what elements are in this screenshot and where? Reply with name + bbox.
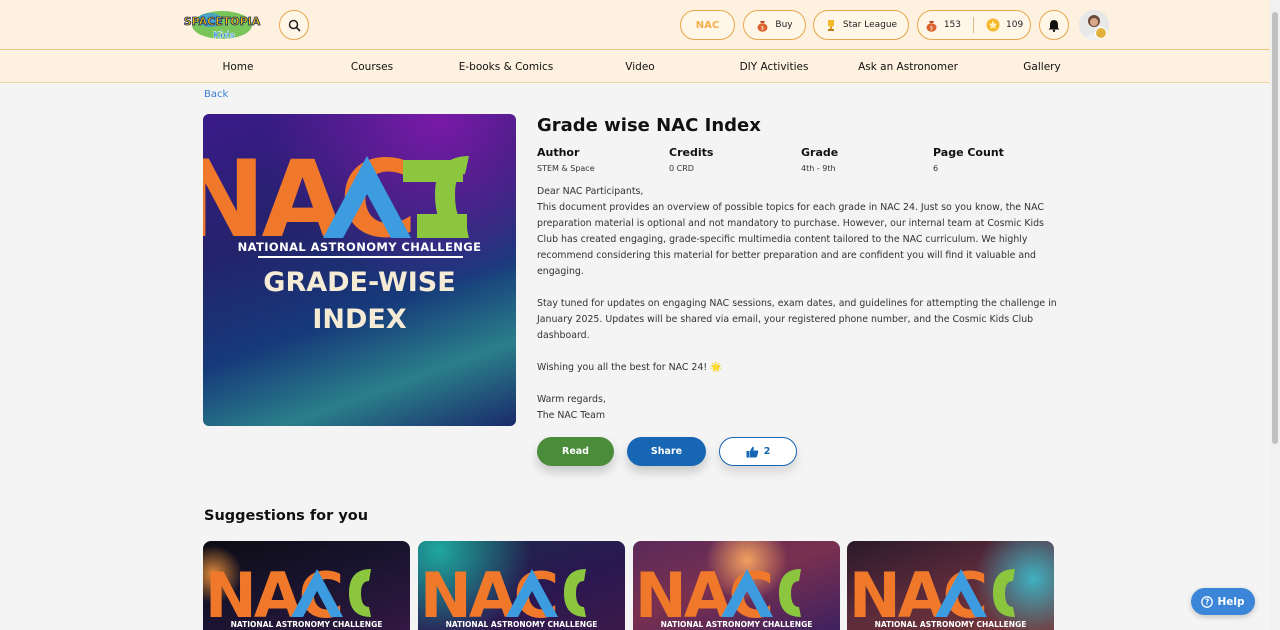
meta-grade-value: 4th - 9th — [801, 164, 836, 173]
stars-count: 109 — [1006, 20, 1024, 30]
suggestion-card[interactable]: NAC NATIONAL ASTRONOMY CHALLENGE — [633, 541, 840, 630]
spacetopia-logo[interactable]: SPACETOPIA Kids — [180, 8, 264, 42]
avatar-badge — [1095, 27, 1107, 39]
star-league-button[interactable]: Star League — [813, 10, 909, 40]
divider — [973, 17, 974, 33]
nav-home[interactable]: Home — [222, 51, 253, 83]
share-label: Share — [650, 446, 683, 457]
notifications-button[interactable] — [1039, 10, 1069, 40]
card-nac-logo: NAC — [635, 559, 801, 621]
meta-page-count-value: 6 — [933, 164, 939, 173]
nav-courses[interactable]: Courses — [351, 51, 393, 83]
card-nac-logo: NAC — [205, 559, 371, 621]
suggestions-heading: Suggestions for you — [204, 508, 369, 524]
card-nac-logo: NAC — [849, 559, 1015, 621]
nac-button[interactable]: NAC — [680, 10, 735, 40]
description-wishes: Wishing you all the best for NAC 24! 🌟 — [537, 362, 722, 373]
svg-text:$: $ — [930, 25, 933, 31]
meta-credits: Credits 0 CRD — [669, 146, 713, 173]
svg-text:?: ? — [1205, 597, 1209, 606]
meta-credits-label: Credits — [669, 146, 714, 159]
coins-count: 153 — [943, 20, 961, 30]
money-bag-icon: $ — [926, 20, 937, 32]
nav-diy-activities[interactable]: DIY Activities — [740, 51, 809, 83]
cover-title: GRADE-WISE INDEX — [203, 264, 516, 338]
read-label: Read — [562, 446, 589, 457]
document-title: Grade wise NAC Index — [537, 115, 761, 136]
back-link[interactable]: Back — [204, 89, 228, 100]
ebook-cover: NAC NATIONAL ASTRONOMY CHALLENGE GRADE-W… — [203, 114, 516, 426]
nac-label: NAC — [695, 19, 720, 31]
meta-grade: Grade 4th - 9th — [801, 146, 838, 173]
nav-gallery[interactable]: Gallery — [1023, 51, 1060, 83]
buy-label: Buy — [775, 20, 793, 30]
suggestion-card[interactable]: NAC NATIONAL ASTRONOMY CHALLENGE — [847, 541, 1054, 630]
buy-button[interactable]: $ Buy — [743, 10, 806, 40]
like-count: 2 — [763, 446, 771, 457]
cover-title-line-2: INDEX — [312, 304, 407, 335]
meta-page-count: Page Count 6 — [933, 146, 1004, 173]
nav-ebooks-comics[interactable]: E-books & Comics — [459, 51, 554, 83]
card-subtitle: NATIONAL ASTRONOMY CHALLENGE — [660, 620, 813, 629]
money-bag-icon: $ — [757, 20, 768, 32]
top-header: SPACETOPIA Kids NAC $ Buy Star League $ … — [0, 0, 1270, 50]
help-icon: ? — [1201, 595, 1214, 608]
help-label: Help — [1217, 595, 1245, 608]
help-button[interactable]: ? Help — [1191, 588, 1255, 615]
nac-logo: NAC — [203, 138, 469, 254]
description-signoff-2: The NAC Team — [537, 410, 605, 421]
card-subtitle: NATIONAL ASTRONOMY CHALLENGE — [874, 620, 1027, 629]
meta-author: Author STEM & Space — [537, 146, 595, 173]
cover-title-line-1: GRADE-WISE — [263, 267, 456, 298]
scrollbar-thumb[interactable] — [1272, 12, 1278, 444]
star-coin-icon — [986, 18, 1000, 32]
description-paragraph-1: This document provides an overview of po… — [537, 202, 1044, 277]
star-league-label: Star League — [842, 20, 898, 30]
document-description: Dear NAC Participants, This document pro… — [537, 184, 1057, 424]
bell-icon — [1048, 19, 1060, 32]
logo-text-bottom: Kids — [213, 31, 235, 41]
like-button[interactable]: 2 — [719, 437, 797, 466]
trophy-icon — [827, 19, 834, 31]
card-subtitle: NATIONAL ASTRONOMY CHALLENGE — [445, 620, 598, 629]
main-nav: Home Courses E-books & Comics Video DIY … — [0, 51, 1270, 83]
suggestion-card[interactable]: NAC NATIONAL ASTRONOMY CHALLENGE — [203, 541, 410, 630]
thumbs-up-icon — [746, 446, 758, 457]
meta-credits-value: 0 CRD — [669, 164, 694, 173]
cover-divider — [258, 256, 463, 258]
share-button[interactable]: Share — [627, 437, 706, 466]
page-scrollbar[interactable] — [1270, 0, 1280, 630]
nav-video[interactable]: Video — [625, 51, 654, 83]
read-button[interactable]: Read — [537, 437, 614, 466]
card-nac-logo: NAC — [420, 559, 586, 621]
meta-author-label: Author — [537, 146, 580, 159]
nav-ask-an-astronomer[interactable]: Ask an Astronomer — [858, 51, 958, 83]
rewards-summary[interactable]: $ 153 109 — [917, 10, 1031, 40]
search-icon — [288, 19, 301, 32]
meta-page-count-label: Page Count — [933, 146, 1004, 159]
description-greeting: Dear NAC Participants, — [537, 186, 644, 197]
cover-subtitle: NATIONAL ASTRONOMY CHALLENGE — [237, 240, 482, 254]
logo-text-top: SPACETOPIA — [184, 15, 261, 28]
svg-text:$: $ — [761, 25, 764, 31]
description-paragraph-2: Stay tuned for updates on engaging NAC s… — [537, 298, 1057, 341]
meta-author-value: STEM & Space — [537, 164, 595, 173]
suggestion-card[interactable]: NAC NATIONAL ASTRONOMY CHALLENGE — [418, 541, 625, 630]
search-button[interactable] — [279, 10, 309, 40]
meta-grade-label: Grade — [801, 146, 839, 159]
description-signoff-1: Warm regards, — [537, 394, 606, 405]
card-subtitle: NATIONAL ASTRONOMY CHALLENGE — [230, 620, 383, 629]
